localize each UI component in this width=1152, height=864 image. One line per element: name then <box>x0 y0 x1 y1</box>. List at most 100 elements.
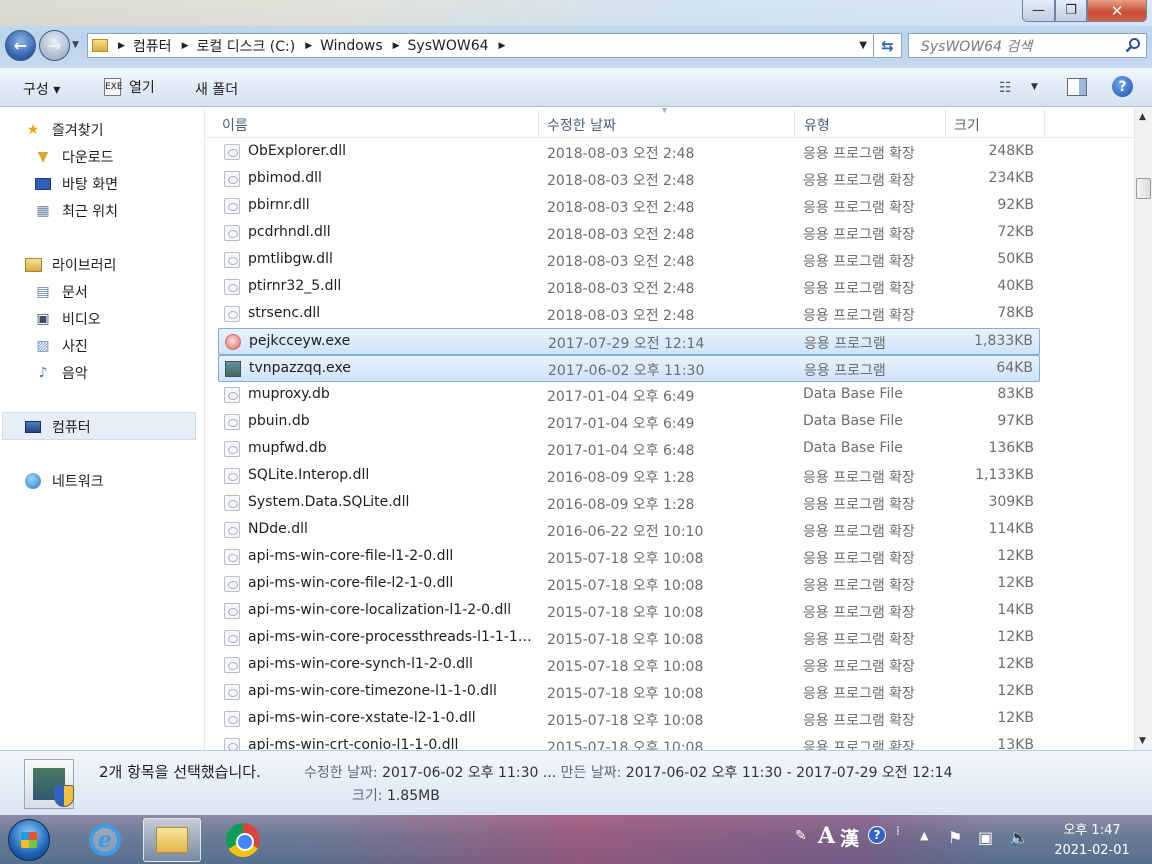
nav-item-recent-places[interactable]: ▦ 최근 위치 <box>34 201 118 221</box>
nav-item-documents[interactable]: ▤ 문서 <box>34 282 87 302</box>
new-folder-button[interactable]: 새 폴더 <box>195 79 238 99</box>
file-row[interactable]: SQLite.Interop.dll 2016-08-09 오후 1:28 응용 프… <box>218 463 1040 490</box>
breadcrumb-separator-icon[interactable]: ▶ <box>393 41 400 51</box>
file-row[interactable]: mupfwd.db 2017-01-04 오후 6:48 Data Base Fil… <box>218 436 1040 463</box>
file-date: 2018-08-03 오전 2:48 <box>547 173 695 189</box>
file-type: 응용 프로그램 확장 <box>803 713 915 729</box>
search-input[interactable]: SysWOW64 검색 <box>908 33 1147 58</box>
breadcrumb-separator-icon[interactable]: ▶ <box>305 41 312 51</box>
column-divider[interactable] <box>538 110 539 136</box>
column-type-header[interactable]: 유형 <box>804 115 830 135</box>
breadcrumb-separator-icon[interactable]: ▶ <box>118 41 125 51</box>
ime-hanja[interactable]: 漢 <box>840 824 859 851</box>
open-button[interactable]: EXE 열기 <box>104 77 155 97</box>
column-divider[interactable] <box>794 110 795 136</box>
nav-favorites[interactable]: ★ 즐겨찾기 <box>24 120 104 140</box>
file-icon <box>224 252 240 268</box>
maximize-button[interactable]: ❐ <box>1055 0 1087 22</box>
file-row[interactable]: ptirnr32_5.dll 2018-08-03 오전 2:48 응용 프로그램 … <box>218 274 1040 301</box>
column-name-header[interactable]: 이름 <box>222 115 248 135</box>
volume-icon[interactable]: 🔈 <box>1009 828 1029 847</box>
column-date-header[interactable]: 수정한 날짜 <box>547 115 616 135</box>
recent-pages-dropdown[interactable]: ▼ <box>72 40 79 50</box>
breadcrumb-separator-icon[interactable]: ▶ <box>182 41 189 51</box>
change-view-icon[interactable]: ☷ <box>999 80 1012 96</box>
action-center-flag-icon[interactable]: ⚑ <box>948 828 962 847</box>
show-hidden-icons-icon[interactable]: ▲ <box>920 829 928 842</box>
file-date: 2016-08-09 오후 1:28 <box>547 497 695 513</box>
file-type: Data Base File <box>803 413 903 429</box>
start-button[interactable] <box>8 819 50 861</box>
file-row[interactable]: api-ms-win-core-synch-l1-2-0.dll 2015-07-… <box>218 652 1040 679</box>
file-row[interactable]: pbirnr.dll 2018-08-03 오전 2:48 응용 프로그램 확장 92… <box>218 193 1040 220</box>
breadcrumb-local-disk[interactable]: 로컬 디스크 (C:) <box>196 36 295 56</box>
search-icon[interactable] <box>1125 37 1141 53</box>
file-icon <box>224 306 240 322</box>
ime-options-icon[interactable]: ⁞ <box>896 824 900 838</box>
nav-item-music[interactable]: ♪ 음악 <box>34 363 88 383</box>
breadcrumb-computer[interactable]: 컴퓨터 <box>133 36 172 56</box>
breadcrumb-windows[interactable]: Windows <box>320 38 383 54</box>
file-row[interactable]: ObExplorer.dll 2018-08-03 오전 2:48 응용 프로그램 … <box>218 139 1040 166</box>
file-name: pbirnr.dll <box>248 197 310 213</box>
file-row[interactable]: api-ms-win-core-file-l1-2-0.dll 2015-07-1… <box>218 544 1040 571</box>
nav-item-videos[interactable]: ▣ 비디오 <box>34 309 100 329</box>
file-row[interactable]: System.Data.SQLite.dll 2016-08-09 오후 1:28… <box>218 490 1040 517</box>
ime-help-icon[interactable]: ? <box>868 826 886 844</box>
nav-item-downloads[interactable]: ▼ 다운로드 <box>34 147 114 167</box>
file-row[interactable]: pcdrhndl.dll 2018-08-03 오전 2:48 응용 프로그램 확장… <box>218 220 1040 247</box>
file-row[interactable]: tvnpazzqq.exe 2017-06-02 오후 11:30 응용 프로그램 6… <box>218 355 1040 382</box>
scroll-up-icon[interactable]: ▲ <box>1139 112 1146 122</box>
nav-item-desktop[interactable]: 바탕 화면 <box>34 174 118 194</box>
organize-button[interactable]: 구성 ▾ <box>23 79 60 99</box>
file-row[interactable]: strsenc.dll 2018-08-03 오전 2:48 응용 프로그램 확장 7… <box>218 301 1040 328</box>
forward-button[interactable]: → <box>39 30 70 61</box>
file-row[interactable]: api-ms-win-crt-conio-l1-1-0.dll 2015-07-1… <box>218 733 1040 750</box>
preview-pane-button[interactable] <box>1067 78 1087 96</box>
file-type: 응용 프로그램 확장 <box>803 740 915 750</box>
address-bar[interactable]: ▶ 컴퓨터 ▶ 로컬 디스크 (C:) ▶ Windows ▶ SysWOW64… <box>87 33 874 58</box>
help-icon[interactable]: ? <box>1112 76 1133 97</box>
scroll-thumb[interactable] <box>1136 178 1151 199</box>
address-history-dropdown[interactable]: ▼ <box>859 40 867 51</box>
view-options-dropdown[interactable]: ▼ <box>1031 82 1038 92</box>
file-row[interactable]: pmtlibgw.dll 2018-08-03 오전 2:48 응용 프로그램 확장… <box>218 247 1040 274</box>
taskbar-chrome[interactable] <box>214 818 272 862</box>
ime-language-icon[interactable]: ✎ <box>795 828 807 844</box>
column-size-header[interactable]: 크기 <box>954 115 980 135</box>
file-row[interactable]: pejkcceyw.exe 2017-07-29 오전 12:14 응용 프로그램 1… <box>218 328 1040 355</box>
file-row[interactable]: muproxy.db 2017-01-04 오후 6:49 Data Base Fi… <box>218 382 1040 409</box>
nav-libraries[interactable]: 라이브러리 <box>24 255 116 275</box>
taskbar-windows-explorer[interactable] <box>143 818 201 862</box>
file-icon <box>224 225 240 241</box>
file-row[interactable]: api-ms-win-core-xstate-l2-1-0.dll 2015-07… <box>218 706 1040 733</box>
file-row[interactable]: NDde.dll 2016-06-22 오전 10:10 응용 프로그램 확장 114… <box>218 517 1040 544</box>
scroll-down-icon[interactable]: ▼ <box>1139 736 1146 746</box>
minimize-button[interactable]: — <box>1022 0 1055 22</box>
refresh-button[interactable]: ⇆ <box>874 33 902 58</box>
file-date: 2017-01-04 오후 6:48 <box>547 443 695 459</box>
clock[interactable]: 오후 1:47 2021-02-01 <box>1038 821 1146 861</box>
file-row[interactable]: api-ms-win-core-processthreads-l1-1-1...… <box>218 625 1040 652</box>
file-row[interactable]: api-ms-win-core-timezone-l1-1-0.dll 2015-… <box>218 679 1040 706</box>
file-row[interactable]: api-ms-win-core-file-l2-1-0.dll 2015-07-1… <box>218 571 1040 598</box>
file-row[interactable]: pbuin.db 2017-01-04 오후 6:49 Data Base File… <box>218 409 1040 436</box>
taskbar-internet-explorer[interactable]: e <box>76 818 134 862</box>
breadcrumb-separator-icon[interactable]: ▶ <box>499 41 506 51</box>
pictures-icon: ▨ <box>36 338 50 354</box>
back-button[interactable]: ← <box>5 30 36 61</box>
ime-mode-a[interactable]: A <box>818 823 835 849</box>
column-divider[interactable] <box>945 110 946 136</box>
network-status-icon[interactable]: ▣ <box>978 828 993 847</box>
modified-value: 2017-06-02 오후 11:30 ... <box>382 765 557 781</box>
size-label: 크기: <box>352 788 383 804</box>
file-row[interactable]: pbimod.dll 2018-08-03 오전 2:48 응용 프로그램 확장 23… <box>218 166 1040 193</box>
nav-computer[interactable]: 컴퓨터 <box>24 417 91 437</box>
vertical-scrollbar[interactable]: ▲ ▼ <box>1134 108 1152 750</box>
file-row[interactable]: api-ms-win-core-localization-l1-2-0.dll 2… <box>218 598 1040 625</box>
close-button[interactable]: ✕ <box>1087 0 1147 22</box>
nav-item-pictures[interactable]: ▨ 사진 <box>34 336 87 356</box>
breadcrumb-syswow64[interactable]: SysWOW64 <box>408 38 489 54</box>
column-divider[interactable] <box>1044 110 1045 136</box>
nav-network[interactable]: 네트워크 <box>24 471 104 491</box>
